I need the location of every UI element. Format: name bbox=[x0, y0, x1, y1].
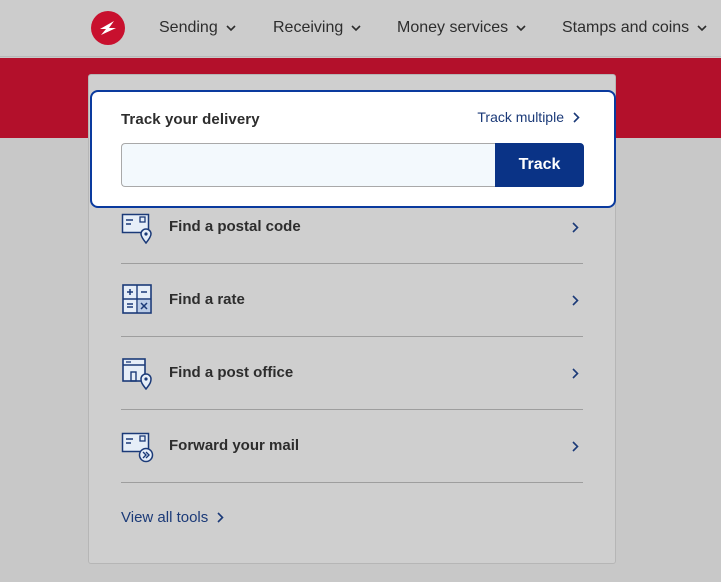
tool-find-rate[interactable]: Find a rate bbox=[121, 264, 583, 337]
tool-find-post-office[interactable]: Find a post office bbox=[121, 337, 583, 410]
track-multiple-label: Track multiple bbox=[477, 109, 564, 125]
track-button[interactable]: Track bbox=[495, 143, 584, 187]
tracking-number-input[interactable] bbox=[121, 143, 497, 187]
nav-item-stamps-and-coins[interactable]: Stamps and coins bbox=[562, 18, 707, 38]
chevron-right-icon bbox=[572, 368, 579, 379]
chevron-right-icon bbox=[572, 441, 579, 452]
track-title: Track your delivery bbox=[121, 111, 260, 128]
nav-item-receiving[interactable]: Receiving bbox=[273, 18, 361, 38]
nav-item-label: Money services bbox=[397, 19, 509, 36]
chevron-right-icon bbox=[572, 295, 579, 306]
nav-item-sending[interactable]: Sending bbox=[159, 18, 236, 38]
nav-item-money-services[interactable]: Money services bbox=[397, 18, 526, 38]
nav-item-label: Stamps and coins bbox=[562, 19, 690, 36]
nav-item-label: Receiving bbox=[273, 19, 344, 36]
chevron-right-icon bbox=[572, 222, 579, 233]
top-navigation: Sending Receiving Money services Stamps … bbox=[0, 0, 721, 57]
track-multiple-link[interactable]: Track multiple bbox=[477, 109, 580, 125]
nav-item-label: Sending bbox=[159, 19, 218, 36]
tool-label: Forward your mail bbox=[169, 437, 300, 454]
chevron-right-icon bbox=[217, 512, 224, 523]
divider bbox=[121, 482, 583, 483]
view-all-tools-link[interactable]: View all tools bbox=[121, 509, 224, 526]
tool-find-postal-code[interactable]: Find a postal code bbox=[121, 191, 583, 264]
view-all-tools-label: View all tools bbox=[121, 509, 209, 526]
chevron-right-icon bbox=[573, 111, 580, 123]
tool-label: Find a post office bbox=[169, 364, 294, 381]
chevron-down-icon bbox=[351, 24, 361, 31]
calculator-icon bbox=[122, 284, 152, 314]
postal-code-icon bbox=[121, 213, 152, 244]
chevron-down-icon bbox=[697, 24, 707, 31]
tool-forward-mail[interactable]: Forward your mail bbox=[121, 410, 583, 483]
tool-label: Find a postal code bbox=[169, 218, 301, 235]
chevron-down-icon bbox=[226, 24, 236, 31]
tool-label: Find a rate bbox=[169, 291, 245, 308]
chevron-down-icon bbox=[516, 24, 526, 31]
canada-post-logo-icon[interactable] bbox=[91, 11, 125, 45]
forward-mail-icon bbox=[121, 432, 154, 463]
post-office-icon bbox=[122, 358, 152, 390]
